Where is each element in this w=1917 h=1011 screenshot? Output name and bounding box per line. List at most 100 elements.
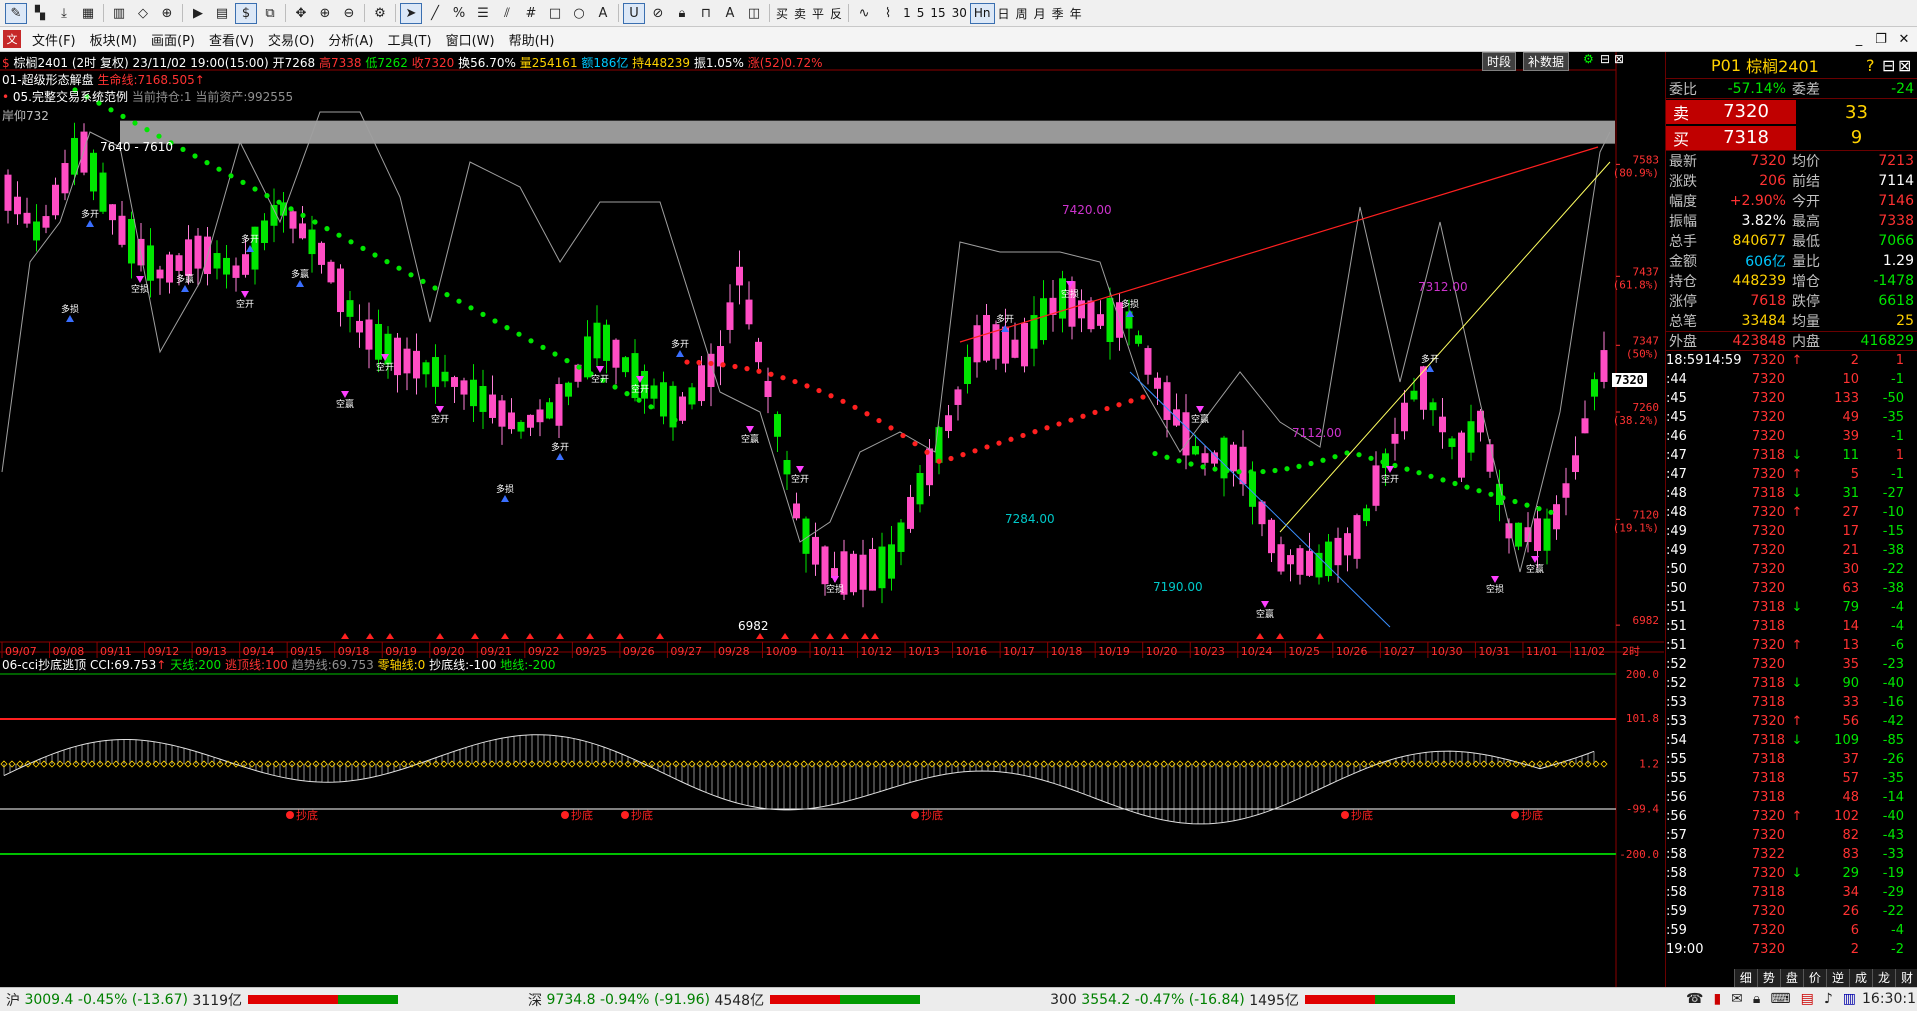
lock-status-icon[interactable]: 🔒︎ — [1753, 991, 1760, 1007]
buy-row[interactable]: 买 7318 9 — [1666, 125, 1917, 151]
fill-icon[interactable]: ◫ — [743, 3, 765, 24]
channel-tool-icon[interactable]: ⫽ — [496, 3, 518, 24]
color-icon[interactable]: A — [719, 3, 741, 24]
restore-icon[interactable]: ❐ — [1870, 30, 1892, 48]
reverse-button[interactable]: 反 — [827, 3, 845, 24]
period-day[interactable]: 日 — [995, 3, 1013, 24]
period-week[interactable]: 周 — [1013, 3, 1031, 24]
bar-chart-icon[interactable]: ▥ — [108, 3, 130, 24]
menu-file[interactable]: 文件(F) — [25, 30, 83, 49]
index-sz[interactable]: 深 9734.8 -0.94% (-91.96) 4548亿 — [528, 990, 921, 1010]
sar-dot — [1464, 484, 1470, 490]
chart-svg[interactable]: 多开多损空损多赢多开空开多赢空赢空开空开多损多开空开空开多开空赢空开空损多开空损… — [0, 52, 1664, 987]
sar-dot — [444, 292, 450, 298]
chart-status-icon[interactable]: ▤ — [1801, 991, 1814, 1007]
period-month[interactable]: 月 — [1031, 3, 1049, 24]
index-sh[interactable]: 沪 3009.4 -0.45% (-13.67) 3119亿 — [6, 990, 399, 1010]
rect-tool-icon[interactable]: □ — [544, 3, 566, 24]
menu-view[interactable]: 查看(V) — [202, 30, 261, 49]
download-icon[interactable]: ⤓ — [53, 3, 75, 24]
quote-tab[interactable]: 成 — [1848, 969, 1872, 987]
settings-icon[interactable]: ⚙ — [369, 3, 391, 24]
quote-tab[interactable]: 龙 — [1871, 969, 1895, 987]
diamond-icon[interactable]: ◇ — [132, 3, 154, 24]
candle-body — [479, 385, 487, 412]
menu-screen[interactable]: 画面(P) — [144, 30, 202, 49]
close-position-button[interactable]: 平 — [809, 3, 827, 24]
quote-tab[interactable]: 财 — [1894, 969, 1917, 987]
zoom-out-icon[interactable]: ⊖ — [338, 3, 360, 24]
speaker-icon[interactable]: ♪ — [1824, 991, 1833, 1007]
quote-tab[interactable]: 价 — [1802, 969, 1826, 987]
menu-help[interactable]: 帮助(H) — [502, 30, 562, 49]
sell-button[interactable]: 卖 — [791, 3, 809, 24]
unlock-icon[interactable]: ⊓ — [695, 3, 717, 24]
menu-analysis[interactable]: 分析(A) — [321, 30, 380, 49]
quote-tab[interactable]: 逆 — [1825, 969, 1849, 987]
percent-tool-icon[interactable]: % — [448, 3, 470, 24]
quote-tab[interactable]: 细 — [1733, 969, 1757, 987]
dollar-icon[interactable]: $ — [235, 2, 257, 24]
tick-price: 7318 — [1751, 885, 1785, 900]
area-chart-icon[interactable]: ⌇ — [877, 3, 899, 24]
message-icon[interactable]: ✉ — [1731, 991, 1743, 1007]
menu-window[interactable]: 窗口(W) — [439, 30, 502, 49]
grid-icon[interactable]: ▦ — [77, 3, 99, 24]
period-season[interactable]: 季 — [1049, 3, 1067, 24]
zoom-in-icon[interactable]: ⊕ — [314, 3, 336, 24]
snapshot-icon[interactable]: ⧉ — [259, 3, 281, 24]
period-30[interactable]: 30 — [949, 3, 970, 24]
chart-area[interactable]: 多开 多损 空损 多赢 多开 空开 多赢 空赢 空开 空开 多损 多开 空开 空开 多开 空赢 空开 空损 多开 空损… — [0, 52, 1664, 987]
grid-tool-icon[interactable]: # — [520, 3, 542, 24]
close-icon[interactable]: ✕ — [1893, 30, 1915, 48]
oi-label: 持 — [632, 56, 645, 70]
help-icon[interactable]: ? — [1866, 56, 1875, 75]
text-tool-icon[interactable]: A — [592, 3, 614, 24]
page-icon[interactable]: ▤ — [211, 3, 233, 24]
circle-tool-icon[interactable]: ○ — [568, 3, 590, 24]
quote-tab[interactable]: 势 — [1756, 969, 1780, 987]
candle-body — [859, 554, 867, 590]
network-icon[interactable]: ▥ — [1843, 991, 1856, 1007]
alert-icon[interactable]: ▮ — [1713, 991, 1721, 1007]
menu-tools[interactable]: 工具(T) — [380, 30, 438, 49]
connection-icon[interactable]: ☎ — [1686, 991, 1703, 1007]
panel-icon[interactable]: ⊟ — [1882, 56, 1895, 75]
period-hn[interactable]: Hn — [969, 2, 995, 24]
sell-row[interactable]: 卖 7320 33 — [1666, 99, 1917, 125]
keyboard-icon[interactable]: ⌨ — [1770, 991, 1790, 1007]
supplement-data-button[interactable]: 补数据 — [1523, 52, 1570, 71]
quote-tab[interactable]: 盘 — [1779, 969, 1803, 987]
buy-button[interactable]: 买 — [773, 3, 791, 24]
minimize-icon[interactable]: _ — [1848, 30, 1870, 48]
fib-tool-icon[interactable]: ☰ — [472, 3, 494, 24]
draw-mode-icon[interactable]: ✎ — [5, 2, 27, 24]
period-button[interactable]: 时段 — [1482, 52, 1517, 71]
stat-value: 7320 — [1750, 153, 1786, 169]
chart-close-icon[interactable]: ⊠ — [1614, 52, 1624, 66]
menu-trade[interactable]: 交易(O) — [261, 30, 321, 49]
line-chart-icon[interactable]: ∿ — [853, 3, 875, 24]
chart-mode-icon[interactable]: ▚ — [29, 3, 51, 24]
period-year[interactable]: 年 — [1067, 3, 1085, 24]
tick-list[interactable]: 18:59 14:59 7320 ↑ 2 1:44 7320 10 -1:45 7320 133 -5… — [1666, 351, 1917, 959]
app-logo-icon[interactable]: 文 — [3, 30, 21, 48]
period-1[interactable]: 1 — [900, 3, 914, 24]
panel-close-icon[interactable]: ⊠ — [1898, 56, 1911, 75]
crosshair-icon[interactable]: ⊕ — [156, 3, 178, 24]
move-icon[interactable]: ✥ — [290, 3, 312, 24]
magnet-icon[interactable]: U — [623, 2, 645, 24]
sync-icon[interactable]: ⚙ — [1583, 52, 1594, 66]
cci-buy-label: 抄底 — [631, 808, 653, 822]
play-icon[interactable]: ▶ — [187, 3, 209, 24]
line-tool-icon[interactable]: ╱ — [424, 3, 446, 24]
period-5[interactable]: 5 — [914, 3, 928, 24]
chart-minimize-icon[interactable]: ⊟ — [1600, 52, 1610, 66]
lock-icon[interactable]: 🔒︎ — [671, 3, 693, 24]
pointer-icon[interactable]: ➤ — [400, 2, 422, 24]
index-300[interactable]: 300 3554.2 -0.47% (-16.84) 1495亿 — [1050, 990, 1455, 1010]
period-15[interactable]: 15 — [927, 3, 948, 24]
menu-sector[interactable]: 板块(M) — [83, 30, 144, 49]
tick-row: :46 7320 39 -1 — [1666, 427, 1917, 446]
link-icon[interactable]: ⊘ — [647, 3, 669, 24]
